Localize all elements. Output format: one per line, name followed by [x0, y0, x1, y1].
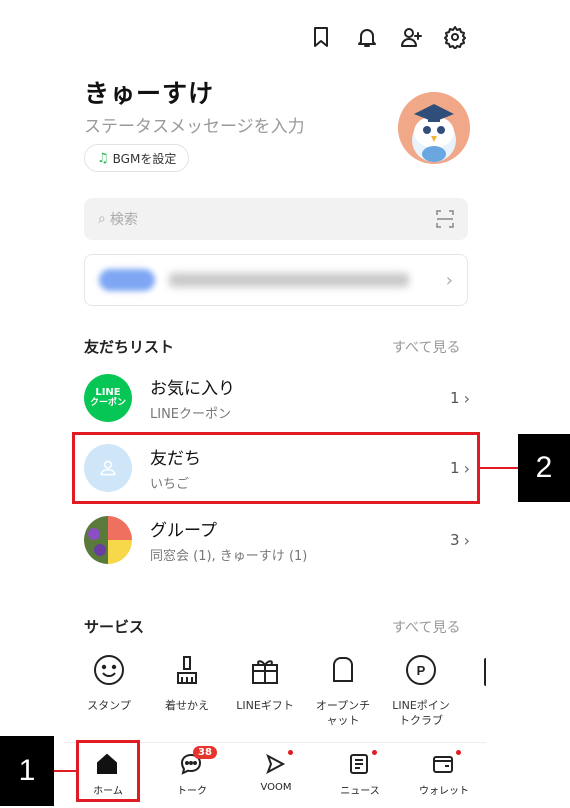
nav-label: トーク: [177, 786, 207, 797]
settings-icon[interactable]: [440, 22, 470, 52]
nav-talk[interactable]: 38 トーク: [152, 746, 232, 797]
nav-wallet[interactable]: ウォレット: [404, 750, 484, 797]
line-coupon-logo: LINE クーポン: [84, 374, 132, 422]
open-chat-icon: [325, 652, 361, 688]
highlight-friends-row: [72, 432, 480, 504]
row-subtitle: LINEクーポン: [150, 407, 232, 422]
friend-row-groups[interactable]: グループ 同窓会 (1), きゅーすけ (1) 3 ›: [84, 512, 470, 568]
service-label: LINEポイン トクラブ: [392, 699, 450, 727]
notification-dot: [288, 750, 293, 755]
friend-row-favorites[interactable]: LINE クーポン お気に入り LINEクーポン 1 ›: [84, 370, 470, 426]
banner-text-blurred: [169, 273, 409, 287]
services-title: サービス: [84, 618, 145, 636]
row-subtitle: 同窓会 (1), きゅーすけ (1): [150, 549, 308, 564]
leader-line-2: [480, 467, 520, 469]
leader-line-1: [54, 770, 76, 772]
annotation-callout-2: 2: [518, 434, 570, 502]
row-title: お気に入り: [150, 379, 235, 399]
service-themes[interactable]: 着せかえ: [142, 652, 232, 713]
search-placeholder: 検索: [109, 212, 138, 228]
chevron-right-icon: ›: [445, 269, 453, 291]
add-friend-icon[interactable]: [396, 22, 426, 52]
voom-icon: [263, 750, 293, 778]
search-icon: ⌕: [98, 211, 106, 227]
friends-list-title: 友だちリスト: [84, 338, 175, 356]
promo-banner[interactable]: ›: [84, 254, 468, 306]
row-count: 1: [450, 389, 460, 407]
wallet-icon: [431, 750, 461, 778]
highlight-home-tab: [76, 740, 140, 802]
bgm-button[interactable]: ♫ BGMを設定: [84, 144, 190, 172]
brush-icon: [169, 652, 205, 688]
annotation-callout-1: 1: [0, 736, 54, 806]
row-title: グループ: [150, 521, 217, 541]
service-stamps[interactable]: スタンプ: [64, 652, 154, 713]
avatar[interactable]: [398, 92, 470, 164]
service-label: LINEギフト: [236, 699, 294, 712]
notification-dot: [372, 750, 377, 755]
chevron-right-icon: ›: [463, 388, 470, 408]
profile-name[interactable]: きゅーすけ: [84, 74, 214, 110]
service-label: オープンチ ャット: [315, 699, 371, 727]
unread-badge: 38: [193, 746, 217, 759]
news-icon: [347, 750, 377, 778]
friends-see-all-link[interactable]: すべて見る: [392, 337, 460, 357]
smiley-icon: [91, 652, 127, 688]
music-note-icon: ♫: [97, 150, 109, 166]
gift-icon: [247, 652, 283, 688]
notification-dot: [456, 750, 461, 755]
status-message[interactable]: ステータスメッセージを入力: [84, 112, 305, 137]
bell-icon[interactable]: [352, 22, 382, 52]
service-partial-icon: [484, 658, 488, 686]
service-points[interactable]: P LINEポイン トクラブ: [376, 652, 466, 728]
talk-icon: 38: [179, 746, 217, 778]
service-label: 着せかえ: [165, 699, 209, 712]
nav-label: ウォレット: [419, 786, 469, 797]
row-count: 3: [450, 531, 460, 549]
svg-text:P: P: [417, 663, 426, 678]
nav-news[interactable]: ニュース: [320, 750, 400, 797]
nav-label: ニュース: [340, 786, 380, 797]
service-open-chat[interactable]: オープンチ ャット: [298, 652, 388, 728]
bgm-label: BGMを設定: [112, 151, 177, 166]
search-bar[interactable]: ⌕ 検索: [84, 198, 468, 240]
chevron-right-icon: ›: [463, 530, 470, 550]
qr-scan-icon[interactable]: [436, 210, 454, 228]
service-label: スタンプ: [87, 699, 131, 712]
service-gift[interactable]: LINEギフト: [220, 652, 310, 713]
group-thumbnail: [84, 516, 132, 564]
banner-tag: [99, 269, 155, 291]
nav-voom[interactable]: VOOM: [236, 750, 316, 793]
nav-label: VOOM: [260, 782, 292, 793]
points-icon: P: [403, 652, 439, 688]
services-see-all-link[interactable]: すべて見る: [392, 617, 460, 637]
bookmark-icon[interactable]: [306, 22, 336, 52]
